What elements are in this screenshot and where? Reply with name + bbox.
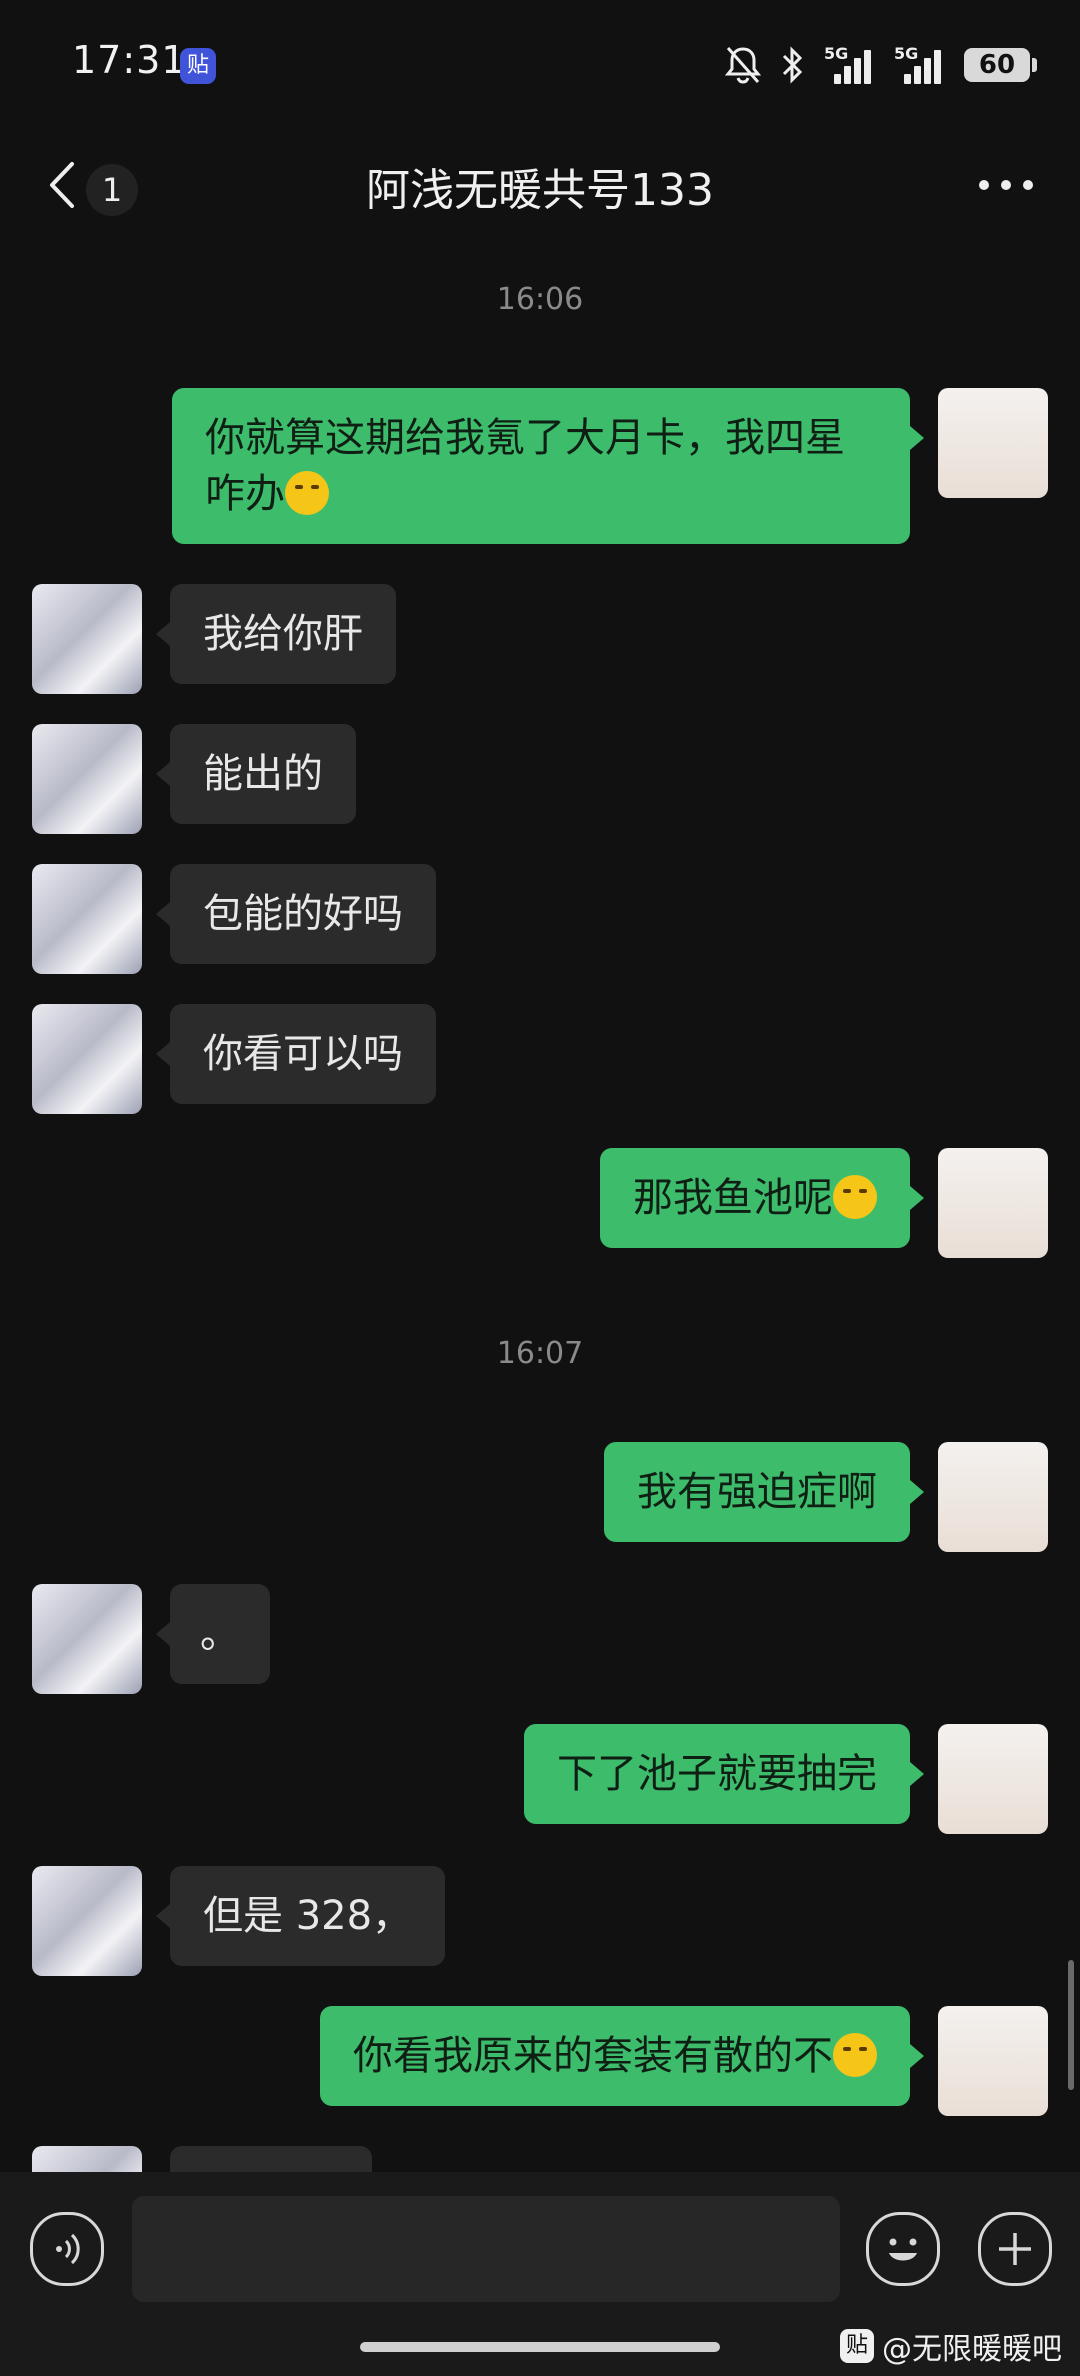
my-avatar[interactable] [938, 1442, 1048, 1552]
message-row: 但是 328， [0, 1866, 1080, 1976]
message-row: 我有强迫症啊 [0, 1442, 1080, 1552]
message-bubble[interactable]: 但是 328， [155, 1866, 446, 1966]
message-row: 能出的 [0, 724, 1080, 834]
message-row: 你就算这期给我氪了大月卡，我四星咋办 [0, 388, 1080, 544]
message-row: 包能的好吗 [0, 864, 1080, 974]
signal-icon: 5G [824, 44, 876, 86]
message-row: 你看可以吗 [0, 1004, 1080, 1114]
bluetooth-icon [782, 46, 803, 84]
message-input[interactable] [132, 2196, 840, 2302]
chat-header: 1 阿浅无暖共号133 [0, 140, 1080, 230]
input-bar: 贴 @无限暖暖吧 [0, 2172, 1080, 2376]
message-row: 那我鱼池呢 [0, 1148, 1080, 1258]
my-avatar[interactable] [938, 388, 1048, 498]
message-bubble[interactable]: 。 [156, 1584, 270, 1684]
tieba-notification-icon: 贴 [180, 48, 216, 84]
message-bubble[interactable]: 我有强迫症啊 [604, 1442, 924, 1542]
signal-icon: 5G [894, 44, 946, 86]
contact-avatar[interactable] [32, 1584, 142, 1694]
voice-icon[interactable] [30, 2212, 104, 2286]
contact-avatar[interactable] [32, 864, 142, 974]
message-row-partial [0, 2146, 1080, 2172]
more-options-icon[interactable] [974, 170, 1038, 200]
message-bubble[interactable]: 下了池子就要抽完 [524, 1724, 924, 1824]
watermark-text: @无限暖暖吧 [882, 2332, 1062, 2367]
chat-history[interactable]: 16:06 你就算这期给我氪了大月卡，我四星咋办 我给你肝 能出的 包能的好吗 … [0, 250, 1080, 2172]
contact-avatar[interactable] [32, 584, 142, 694]
message-bubble[interactable]: 你看可以吗 [156, 1004, 436, 1104]
battery-icon: 60 [964, 48, 1037, 82]
my-avatar[interactable] [938, 1724, 1048, 1834]
facepalm-emoji-icon [285, 471, 329, 515]
message-bubble[interactable]: 能出的 [156, 724, 356, 824]
timestamp: 16:07 [496, 1336, 584, 1371]
contact-avatar[interactable] [32, 2146, 142, 2172]
tieba-logo-icon: 贴 [840, 2329, 874, 2363]
status-time: 17:31 [72, 38, 187, 82]
plus-icon[interactable] [978, 2212, 1052, 2286]
contact-avatar[interactable] [32, 1004, 142, 1114]
message-bubble[interactable] [170, 2146, 372, 2172]
message-row: 下了池子就要抽完 [0, 1724, 1080, 1834]
message-bubble[interactable]: 你就算这期给我氪了大月卡，我四星咋办 [172, 388, 924, 544]
chat-title: 阿浅无暖共号133 [366, 165, 714, 216]
emoji-icon[interactable] [866, 2212, 940, 2286]
my-avatar[interactable] [938, 1148, 1048, 1258]
home-indicator[interactable] [360, 2342, 720, 2352]
my-avatar[interactable] [938, 2006, 1048, 2116]
message-bubble[interactable]: 那我鱼池呢 [600, 1148, 924, 1248]
message-bubble[interactable]: 包能的好吗 [156, 864, 436, 964]
tears-of-joy-emoji-icon [833, 2033, 877, 2077]
message-row: 我给你肝 [0, 584, 1080, 694]
status-bar: 17:31 贴 5G 5G 60 [0, 0, 1080, 130]
bell-muted-icon [724, 47, 762, 84]
contact-avatar[interactable] [32, 724, 142, 834]
message-row: 你看我原来的套装有散的不 [0, 2006, 1080, 2116]
timestamp: 16:06 [496, 282, 584, 317]
message-bubble[interactable]: 我给你肝 [156, 584, 396, 684]
facepalm-emoji-icon [833, 1175, 877, 1219]
watermark: 贴 @无限暖暖吧 [840, 2324, 1062, 2368]
scrollbar-thumb[interactable] [1068, 1960, 1074, 2090]
message-bubble[interactable]: 你看我原来的套装有散的不 [320, 2006, 924, 2106]
contact-avatar[interactable] [32, 1866, 142, 1976]
message-row: 。 [0, 1584, 1080, 1694]
